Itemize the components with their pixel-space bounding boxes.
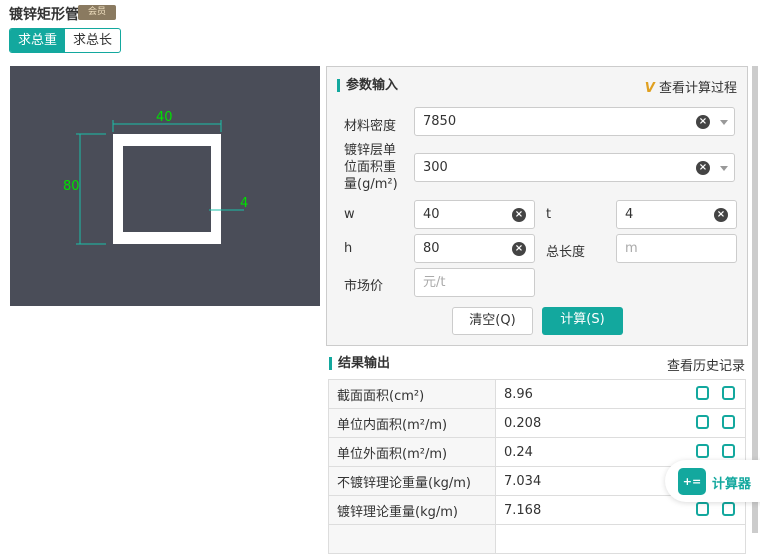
tab-total-length[interactable]: 求总长 [65, 29, 120, 52]
view-process-link[interactable]: V 查看计算过程 [645, 77, 737, 96]
chevron-down-icon[interactable] [720, 120, 728, 129]
w-input[interactable]: 40 × [414, 200, 535, 229]
calculator-button[interactable]: += 计算器 [665, 460, 760, 502]
t-label: t [546, 207, 552, 222]
page-title: 镀锌矩形管 [9, 7, 79, 23]
t-input[interactable]: 4 × [616, 200, 737, 229]
width-dimension: 40 [156, 110, 173, 125]
price-label: 市场价 [344, 279, 384, 294]
save-icon[interactable] [696, 444, 709, 458]
calculator-icon: += [678, 468, 706, 495]
copy-icon[interactable] [722, 386, 735, 400]
tube-inner [123, 146, 211, 232]
results-title: 结果输出 [329, 357, 390, 370]
price-input[interactable]: 元/t [414, 268, 535, 297]
result-key: 截面面积(cm²) [328, 379, 496, 409]
h-input[interactable]: 80 × [414, 234, 535, 263]
vip-icon: V [644, 81, 655, 96]
density-label: 材料密度 [344, 119, 397, 134]
table-row: 截面面积(cm²) 8.96 [328, 379, 746, 409]
mode-tabs: 求总重 求总长 [9, 28, 122, 53]
copy-icon[interactable] [722, 444, 735, 458]
copy-icon[interactable] [722, 502, 735, 516]
clear-icon[interactable]: × [714, 208, 728, 222]
result-value: 7.168 [504, 502, 542, 518]
copy-icon[interactable] [722, 415, 735, 429]
params-panel: 参数输入 V 查看计算过程 材料密度 7850 × 镀锌层单位面积重量(g/m²)… [326, 66, 748, 346]
vip-badge: 会员 [78, 5, 116, 20]
result-value: 7.034 [504, 473, 542, 489]
coating-label: 镀锌层单位面积重量(g/m²) [344, 143, 398, 192]
save-icon[interactable] [696, 386, 709, 400]
coating-select[interactable]: 300 × [414, 153, 735, 182]
table-row: 单位内面积(m²/m) 0.208 [328, 408, 746, 438]
thickness-dimension: 4 [240, 196, 248, 211]
result-value: 0.24 [504, 444, 533, 460]
clear-icon[interactable]: × [696, 115, 710, 129]
clear-icon[interactable]: × [696, 161, 710, 175]
tab-total-weight[interactable]: 求总重 [10, 29, 66, 52]
clear-button[interactable]: 清空(Q) [452, 307, 533, 335]
save-icon[interactable] [696, 415, 709, 429]
result-value: 0.208 [504, 415, 542, 431]
table-row [328, 524, 746, 554]
result-key: 单位内面积(m²/m) [328, 408, 496, 438]
calculator-label: 计算器 [712, 477, 752, 492]
clear-icon[interactable]: × [512, 242, 526, 256]
chevron-down-icon[interactable] [720, 166, 728, 175]
params-title: 参数输入 [337, 79, 398, 92]
density-select[interactable]: 7850 × [414, 107, 735, 136]
w-label: w [344, 207, 355, 222]
result-key: 不镀锌理论重量(kg/m) [328, 466, 496, 496]
total-length-input[interactable]: m [616, 234, 737, 263]
history-link[interactable]: 查看历史记录 [667, 355, 745, 374]
result-key: 镀锌理论重量(kg/m) [328, 495, 496, 525]
calculate-button[interactable]: 计算(S) [542, 307, 623, 335]
h-label: h [344, 241, 353, 256]
save-icon[interactable] [696, 502, 709, 516]
cross-section-diagram: 40 80 4 [10, 66, 320, 306]
result-key: 单位外面积(m²/m) [328, 437, 496, 467]
height-dimension: 80 [63, 179, 80, 194]
result-key [328, 524, 496, 554]
result-value: 8.96 [504, 386, 533, 402]
clear-icon[interactable]: × [512, 208, 526, 222]
total-length-label: 总长度 [546, 245, 586, 260]
